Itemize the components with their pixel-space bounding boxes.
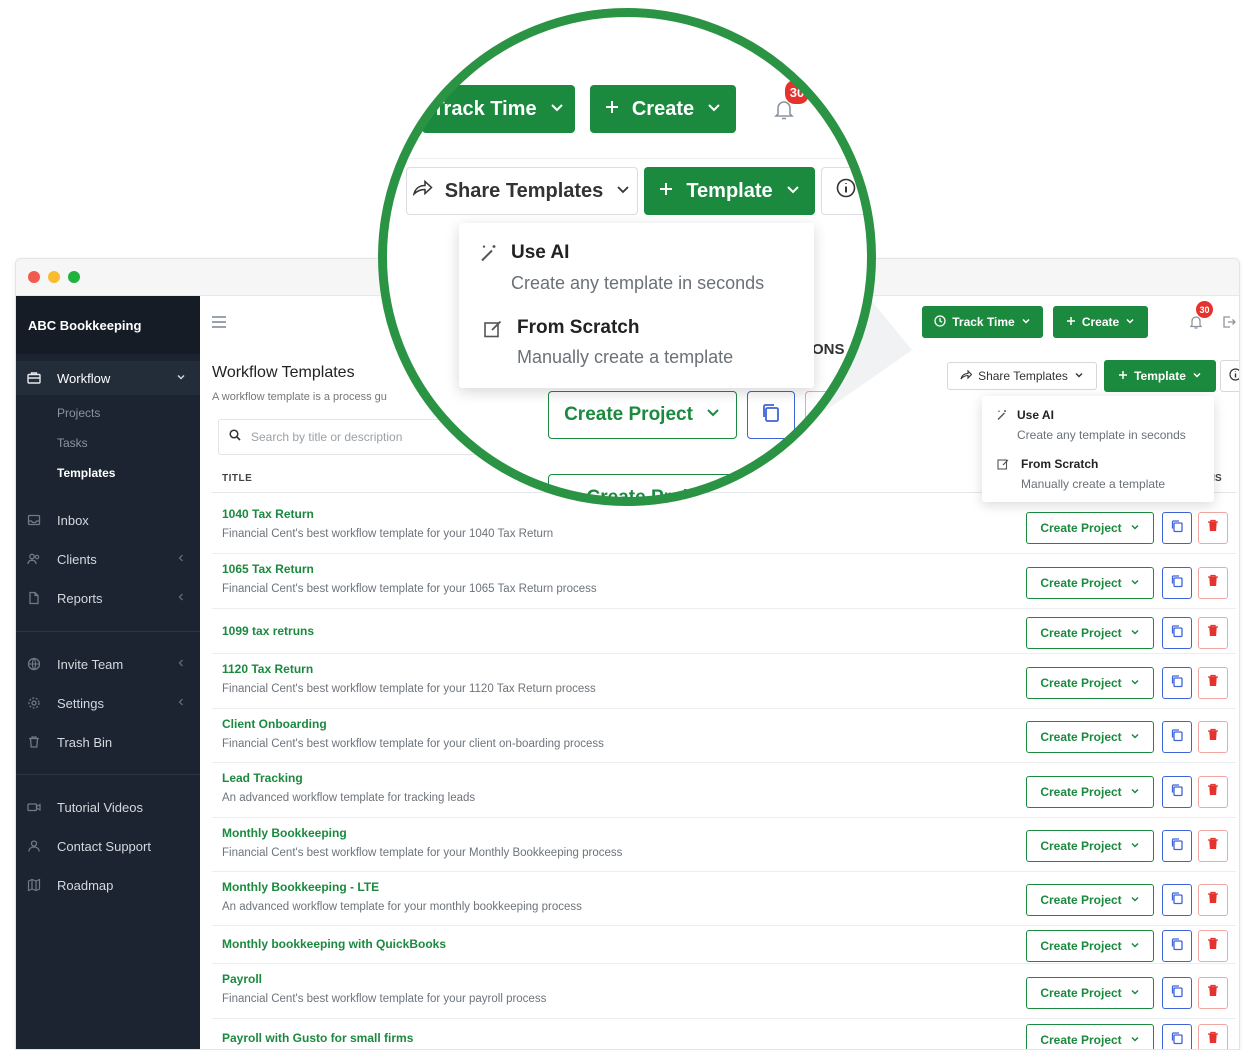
magnifier-lens: Track Time Create 30 Share Templates Tem…: [378, 8, 876, 506]
lens-share-templates-label: Share Templates: [444, 179, 604, 202]
lens-create-project-label: Create Project: [564, 404, 693, 425]
lens-create-project-button[interactable]: Create Project: [548, 391, 737, 439]
plus-icon: [658, 180, 674, 203]
chevron-down-icon: [615, 180, 631, 203]
chevron-down-icon: [549, 98, 565, 121]
lens-copy-button[interactable]: [747, 391, 795, 439]
copy-icon: [760, 402, 782, 429]
lens-template-button[interactable]: Template: [644, 167, 815, 215]
lens-track-time-label: Track Time: [432, 97, 537, 120]
edit-icon: [483, 319, 503, 344]
lens-notification-badge: 30: [785, 80, 809, 104]
lens-from-scratch-description: Manually create a template: [517, 347, 734, 367]
share-icon: [412, 179, 433, 203]
plus-icon: [604, 98, 620, 121]
magic-wand-icon: [479, 243, 499, 268]
lens-info-button[interactable]: [821, 167, 871, 215]
chevron-down-icon: [705, 404, 721, 426]
lens-column-header-actions: ONS: [812, 341, 845, 358]
chevron-down-icon: [785, 180, 801, 203]
info-icon: [836, 178, 856, 204]
lens-track-time-button[interactable]: Track Time: [422, 85, 575, 133]
lens-from-scratch-option[interactable]: From Scratch: [517, 317, 639, 339]
lens-template-label: Template: [686, 179, 773, 202]
lens-create-project-button-partial[interactable]: Create Proje: [548, 474, 737, 506]
lens-template-dropdown: Use AI Create any template in seconds Fr…: [459, 223, 814, 388]
lens-share-templates-button[interactable]: Share Templates: [406, 167, 638, 215]
lens-create-button[interactable]: Create: [590, 85, 736, 133]
lens-delete-button[interactable]: [805, 391, 853, 439]
stage: ABC Bookkeeping Workflow Projects Tasks …: [0, 0, 1245, 1050]
lens-create-project-label: Create Proje: [586, 487, 699, 506]
lens-create-label: Create: [631, 97, 695, 120]
chevron-down-icon: [706, 98, 722, 121]
lens-header-divider: [378, 158, 876, 159]
lens-use-ai-option[interactable]: Use AI: [511, 242, 569, 264]
lens-use-ai-description: Create any template in seconds: [511, 273, 765, 293]
